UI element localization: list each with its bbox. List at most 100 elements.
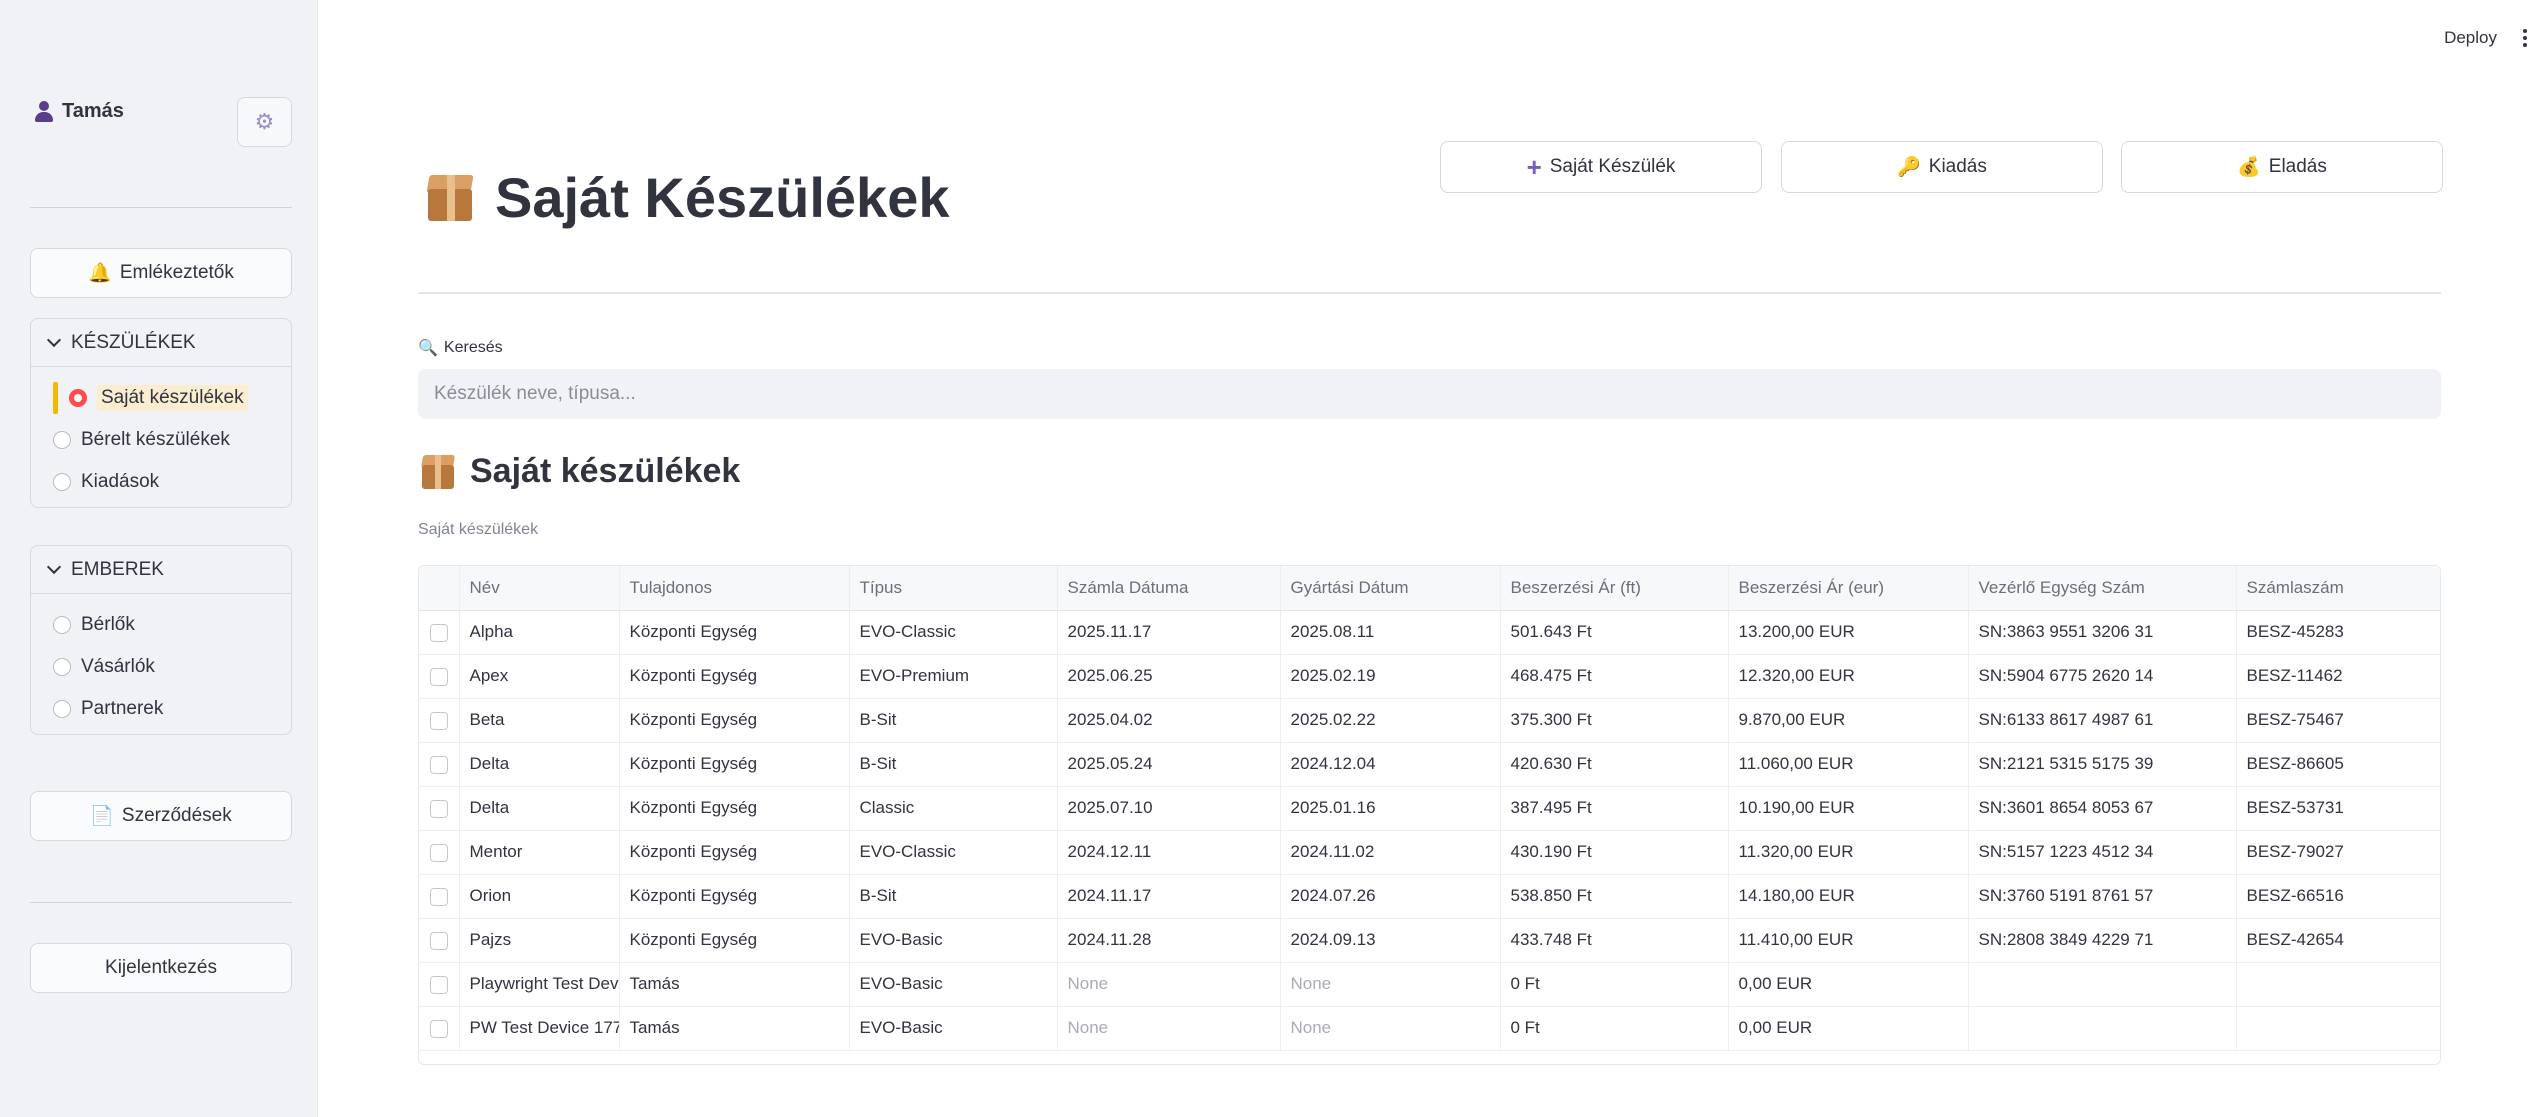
table-cell: SN:3601 8654 8053 67: [1968, 786, 2237, 831]
table-cell: 14.180,00 EUR: [1728, 874, 1969, 919]
table-row[interactable]: Delta Központi Egység Classic 2025.07.10 202…: [419, 786, 2440, 831]
money-bag-icon: 💰: [2237, 157, 2261, 178]
radio[interactable]: [53, 431, 71, 449]
table-cell: BESZ-66516: [2236, 874, 2440, 919]
column-header[interactable]: Beszerzési Ár (ft): [1500, 566, 1729, 611]
devices-expander-header[interactable]: KÉSZÜLÉKEK: [31, 319, 291, 367]
table-cell: 9.870,00 EUR: [1728, 698, 1969, 743]
table-row[interactable]: Pajzs Központi Egység EVO-Basic 2024.11.28 2…: [419, 918, 2440, 963]
search-icon: 🔍: [418, 340, 438, 357]
table-cell: 0 Ft: [1500, 962, 1729, 1007]
row-select-cell: [419, 962, 460, 1007]
table-cell: [1968, 1006, 2237, 1051]
row-select-cell: [419, 610, 460, 655]
table-cell: 468.475 Ft: [1500, 654, 1729, 699]
table-cell: Központi Egység: [619, 918, 850, 963]
table-cell: 2024.11.02: [1280, 830, 1501, 875]
rent-out-button[interactable]: 🔑 Kiadás: [1781, 141, 2103, 193]
table-cell: EVO-Premium: [849, 654, 1058, 699]
row-checkbox[interactable]: [429, 843, 448, 862]
column-header[interactable]: Tulajdonos: [619, 566, 850, 611]
table-cell: 2024.11.17: [1057, 874, 1281, 919]
logout-button[interactable]: Kijelentkezés: [30, 943, 292, 993]
settings-button[interactable]: ⚙: [237, 97, 292, 147]
reminders-button[interactable]: 🔔 Emlékeztetők: [30, 248, 292, 298]
sidebar-item-tenants[interactable]: Bérlők: [31, 604, 291, 646]
table-cell: 2025.02.19: [1280, 654, 1501, 699]
contracts-button[interactable]: 📄 Szerződések: [30, 791, 292, 841]
sidebar-item-partners[interactable]: Partnerek: [31, 688, 291, 730]
more-menu-icon[interactable]: [2523, 29, 2527, 47]
column-header[interactable]: Számlaszám: [2236, 566, 2440, 611]
sidebar-item-rentals[interactable]: Kiadások: [31, 461, 291, 503]
row-checkbox[interactable]: [429, 755, 448, 774]
row-checkbox[interactable]: [429, 623, 448, 642]
row-checkbox[interactable]: [429, 799, 448, 818]
devices-expander: KÉSZÜLÉKEK Saját készülékek Bérelt készü…: [30, 318, 292, 508]
table-row[interactable]: PW Test Device 1775 Tamás EVO-Basic None Non…: [419, 1006, 2440, 1051]
table-cell: 2025.11.17: [1057, 610, 1281, 655]
sidebar-item-buyers[interactable]: Vásárlók: [31, 646, 291, 688]
table-row[interactable]: Apex Központi Egység EVO-Premium 2025.06.25…: [419, 654, 2440, 699]
sidebar-item-label: Partnerek: [81, 698, 164, 719]
gear-icon: ⚙: [254, 109, 275, 134]
radio[interactable]: [53, 700, 71, 718]
add-device-button[interactable]: + Saját Készülék: [1440, 141, 1762, 193]
row-checkbox[interactable]: [429, 667, 448, 686]
table-cell: [2236, 962, 2440, 1007]
active-indicator: [53, 382, 58, 414]
table-cell: 2024.11.28: [1057, 918, 1281, 963]
column-header[interactable]: Beszerzési Ár (eur): [1728, 566, 1969, 611]
column-header[interactable]: Vezérlő Egység Szám: [1968, 566, 2237, 611]
bell-icon: 🔔: [88, 263, 112, 284]
search-input[interactable]: [418, 369, 2441, 419]
table-row[interactable]: Delta Központi Egység B-Sit 2025.05.24 2024.…: [419, 742, 2440, 787]
table-cell: 12.320,00 EUR: [1728, 654, 1969, 699]
radio[interactable]: [53, 473, 71, 491]
table-row[interactable]: Alpha Központi Egység EVO-Classic 2025.11.1…: [419, 610, 2440, 655]
table-cell: SN:5904 6775 2620 14: [1968, 654, 2237, 699]
row-checkbox[interactable]: [429, 975, 448, 994]
sidebar-item-rented-devices[interactable]: Bérelt készülékek: [31, 419, 291, 461]
row-checkbox[interactable]: [429, 711, 448, 730]
app: Tamás ⚙ 🔔 Emlékeztetők KÉSZÜLÉKEK Saját …: [0, 0, 2547, 1117]
table-cell: [2236, 1006, 2440, 1051]
row-checkbox[interactable]: [429, 1019, 448, 1038]
table-cell: EVO-Basic: [849, 1006, 1058, 1051]
column-header[interactable]: Típus: [849, 566, 1058, 611]
devices-table: Név Tulajdonos Típus Számla Dátuma Gyártási …: [418, 565, 2441, 1065]
radio[interactable]: [53, 658, 71, 676]
table-cell: SN:3760 5191 8761 57: [1968, 874, 2237, 919]
table-cell: EVO-Basic: [849, 918, 1058, 963]
table-row[interactable]: Playwright Test Devi Tamás EVO-Basic None No…: [419, 962, 2440, 1007]
radio-selected[interactable]: [69, 389, 87, 407]
table-caption: Saját készülékek: [418, 521, 539, 538]
table-cell: Központi Egység: [619, 874, 850, 919]
table-cell: 2025.04.02: [1057, 698, 1281, 743]
row-checkbox[interactable]: [429, 887, 448, 906]
table-cell: Alpha: [459, 610, 620, 655]
table-cell: EVO-Classic: [849, 830, 1058, 875]
table-row[interactable]: Orion Központi Egység B-Sit 2024.11.17 2024.…: [419, 874, 2440, 919]
table-cell: 2025.08.11: [1280, 610, 1501, 655]
radio[interactable]: [53, 616, 71, 634]
column-header[interactable]: Név: [459, 566, 620, 611]
sidebar-divider: [30, 902, 292, 903]
people-expander-header[interactable]: EMBEREK: [31, 546, 291, 594]
row-checkbox[interactable]: [429, 931, 448, 950]
sell-label: Eladás: [2268, 156, 2327, 177]
sidebar-item-label: Saját készülékek: [97, 385, 248, 411]
sell-button[interactable]: 💰 Eladás: [2121, 141, 2443, 193]
sidebar-item-own-devices[interactable]: Saját készülékek: [31, 377, 291, 419]
column-header[interactable]: Gyártási Dátum: [1280, 566, 1501, 611]
table-row[interactable]: Beta Központi Egység B-Sit 2025.04.02 2025.0…: [419, 698, 2440, 743]
column-header[interactable]: Számla Dátuma: [1057, 566, 1281, 611]
devices-group-title: KÉSZÜLÉKEK: [71, 331, 196, 353]
table-cell: Orion: [459, 874, 620, 919]
sidebar-divider: [30, 207, 292, 208]
table-cell: Delta: [459, 742, 620, 787]
deploy-button[interactable]: Deploy: [2444, 28, 2497, 48]
contracts-label: Szerződések: [121, 805, 232, 826]
table-cell: 13.200,00 EUR: [1728, 610, 1969, 655]
table-row[interactable]: Mentor Központi Egység EVO-Classic 2024.12.…: [419, 830, 2440, 875]
